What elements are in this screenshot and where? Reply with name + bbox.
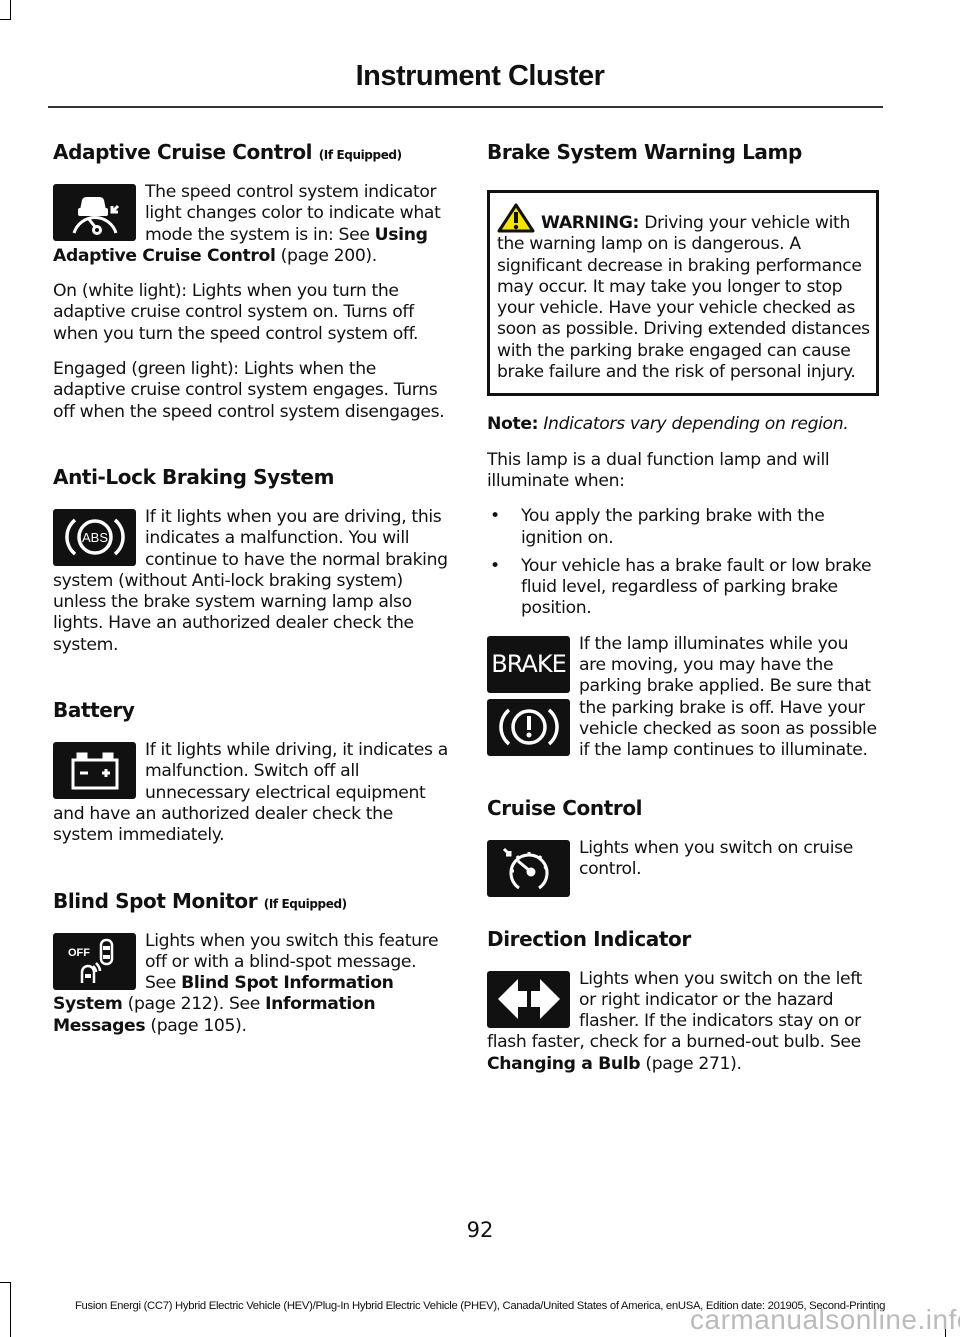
brake-icons: BRAKE [487, 635, 570, 762]
acc-engaged-state: Engaged (green light): Lights when the a… [53, 359, 445, 422]
cruise-control-icon [487, 839, 570, 897]
section-heading: Anti-Lock Braking System [53, 464, 335, 489]
note: Note: Indicators vary depending on regio… [487, 414, 849, 435]
brake-lamp-intro: This lamp is a dual function lamp and wi… [487, 449, 830, 491]
section-blind-spot-monitor: Blind Spot Monitor (If Equipped) OFF Lig… [53, 889, 449, 1051]
section-heading: Brake System Warning Lamp [487, 140, 802, 164]
section-anti-lock-braking: Anti-Lock Braking System ABS If it light… [53, 465, 449, 670]
section-brake-warning-lamp: Brake System Warning Lamp WARNING: Drivi… [487, 140, 879, 776]
warning-triangle-icon [497, 203, 535, 233]
adaptive-cruise-control-icon [53, 184, 136, 241]
watermark: carmanualsonline.info [690, 1304, 960, 1335]
section-heading: Direction Indicator [487, 926, 691, 951]
brake-conditions-list: • You apply the parking brake with the ig… [487, 506, 879, 619]
cross-reference-link[interactable]: Changing a Bulb [487, 1054, 641, 1074]
if-equipped-label: (If Equipped) [318, 148, 402, 162]
right-column: Brake System Warning Lamp WARNING: Drivi… [487, 140, 879, 1117]
list-item: • You apply the parking brake with the ig… [490, 506, 825, 548]
section-heading: Blind Spot Monitor (If Equipped) [53, 888, 347, 913]
warning-text: WARNING: Driving your vehicle with the w… [497, 203, 870, 383]
abs-icon: ABS [53, 508, 136, 566]
acc-on-state: On (white light): Lights when you turn t… [53, 281, 419, 344]
direction-indicator-icon [487, 970, 570, 1028]
section-adaptive-cruise-control: Adaptive Cruise Control (If Equipped) Th… [53, 140, 449, 437]
brake-warning-icon [487, 698, 570, 756]
left-column: Adaptive Cruise Control (If Equipped) Th… [53, 140, 449, 1079]
crop-mark [0, 1282, 11, 1283]
battery-icon [53, 742, 136, 800]
blind-spot-off-icon: OFF [53, 932, 136, 990]
section-direction-indicator: Direction Indicator Lights when you swit… [487, 927, 879, 1089]
list-item: • Your vehicle has a brake fault or low b… [490, 555, 872, 619]
warning-box: WARNING: Driving your vehicle with the w… [487, 190, 879, 397]
page-number: 92 [466, 1218, 494, 1242]
section-heading: Adaptive Cruise Control (If Equipped) [53, 140, 402, 164]
section-heading: Cruise Control [487, 795, 643, 820]
section-battery: Battery If it lights while driving, it i… [53, 698, 449, 860]
section-cruise-control: Cruise Control Lights when you switch on… [487, 796, 879, 899]
section-heading: Battery [53, 698, 135, 723]
off-label: OFF [68, 947, 90, 959]
brake-text-icon: BRAKE [487, 635, 570, 693]
if-equipped-label: (If Equipped) [263, 896, 347, 911]
crop-mark [10, 0, 11, 20]
page-title: Instrument Cluster [355, 60, 605, 92]
abs-icon-label: ABS [81, 530, 107, 545]
header-divider [48, 106, 883, 108]
